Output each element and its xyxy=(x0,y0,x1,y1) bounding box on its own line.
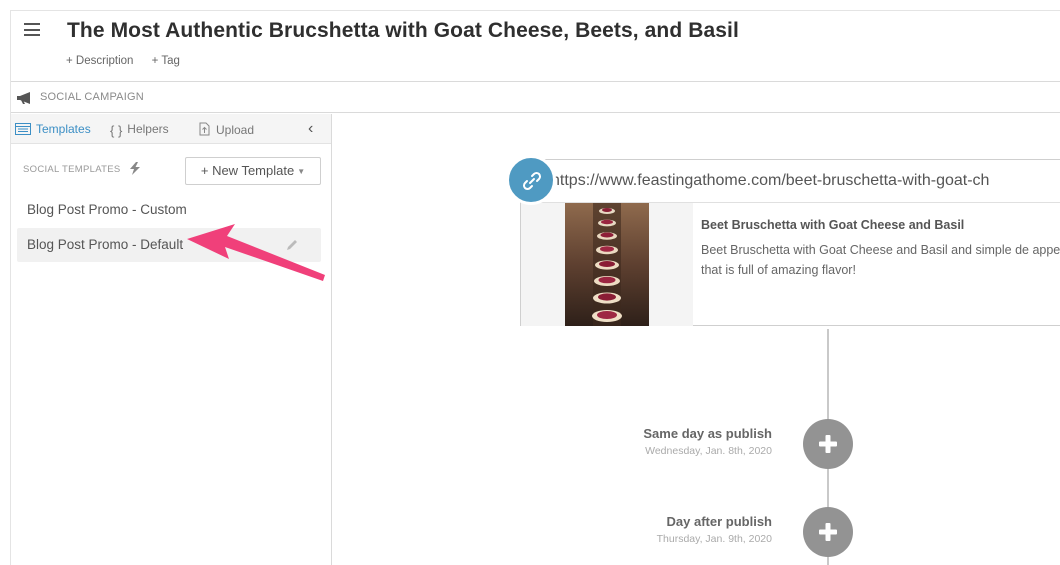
card-title: Beet Bruschetta with Goat Cheese and Bas… xyxy=(701,218,965,232)
add-tag-link[interactable]: + Tag xyxy=(152,55,180,67)
add-post-button[interactable] xyxy=(803,507,853,557)
tab-upload[interactable]: Upload xyxy=(197,122,254,137)
header-subactions: + Description + Tag xyxy=(66,55,195,67)
step-date: Thursday, Jan. 9th, 2020 xyxy=(656,533,772,545)
campaign-timeline: https://www.feastingathome.com/beet-brus… xyxy=(333,114,1060,565)
hamburger-menu-icon[interactable] xyxy=(24,23,40,36)
link-icon xyxy=(522,171,542,191)
social-templates-section: SOCIAL TEMPLATES xyxy=(23,162,141,175)
plus-icon xyxy=(819,435,837,453)
plus-icon xyxy=(819,523,837,541)
lightning-icon xyxy=(129,162,140,175)
add-post-button[interactable] xyxy=(803,419,853,469)
step-day-after: Day after publish Thursday, Jan. 9th, 20… xyxy=(657,514,772,545)
bruschetta-thumbnail xyxy=(565,203,649,326)
campaign-label: SOCIAL CAMPAIGN xyxy=(40,91,144,103)
step-same-day: Same day as publish Wednesday, Jan. 8th,… xyxy=(643,426,772,457)
post-url: https://www.feastingathome.com/beet-brus… xyxy=(551,172,990,189)
chevron-down-icon: ▼ xyxy=(297,167,306,176)
link-badge xyxy=(506,155,556,205)
new-template-label: + New Template xyxy=(200,163,295,178)
sidebar: Templates { } Helpers Upload ‹ SOCIAL TEM… xyxy=(11,114,332,565)
upload-icon xyxy=(199,122,210,136)
url-preview-card[interactable]: https://www.feastingathome.com/beet-brus… xyxy=(520,159,1060,326)
tab-templates[interactable]: Templates xyxy=(15,122,91,136)
tab-templates-label: Templates xyxy=(36,122,91,136)
megaphone-icon xyxy=(17,92,30,104)
template-item-label: Blog Post Promo - Default xyxy=(27,237,184,252)
sidebar-tabs: Templates { } Helpers Upload ‹ xyxy=(11,114,331,144)
template-item-custom[interactable]: Blog Post Promo - Custom xyxy=(17,193,321,227)
tab-upload-label: Upload xyxy=(216,123,255,137)
tab-helpers-label: Helpers xyxy=(127,122,169,136)
collapse-sidebar-button[interactable]: ‹ xyxy=(308,120,313,138)
page-title: The Most Authentic Brucshetta with Goat … xyxy=(67,19,739,42)
tab-helpers[interactable]: { } Helpers xyxy=(110,122,169,138)
app-frame: The Most Authentic Brucshetta with Goat … xyxy=(10,10,1060,565)
braces-icon: { } xyxy=(110,123,123,138)
template-item-default[interactable]: Blog Post Promo - Default xyxy=(17,228,321,262)
template-item-label: Blog Post Promo - Custom xyxy=(27,202,187,217)
campaign-bar: SOCIAL CAMPAIGN xyxy=(11,83,1060,113)
new-template-button[interactable]: + New Template ▼ xyxy=(185,157,321,185)
section-label: SOCIAL TEMPLATES xyxy=(23,164,121,175)
templates-icon xyxy=(15,123,31,135)
step-title: Day after publish xyxy=(666,514,772,529)
add-description-link[interactable]: + Description xyxy=(66,55,133,67)
page-header: The Most Authentic Brucshetta with Goat … xyxy=(11,11,1060,82)
step-date: Wednesday, Jan. 8th, 2020 xyxy=(645,445,772,457)
pencil-icon[interactable] xyxy=(285,238,299,252)
thumbnail-container xyxy=(521,203,693,326)
step-title: Same day as publish xyxy=(643,426,772,441)
card-description: Beet Bruschetta with Goat Cheese and Bas… xyxy=(701,243,1060,277)
